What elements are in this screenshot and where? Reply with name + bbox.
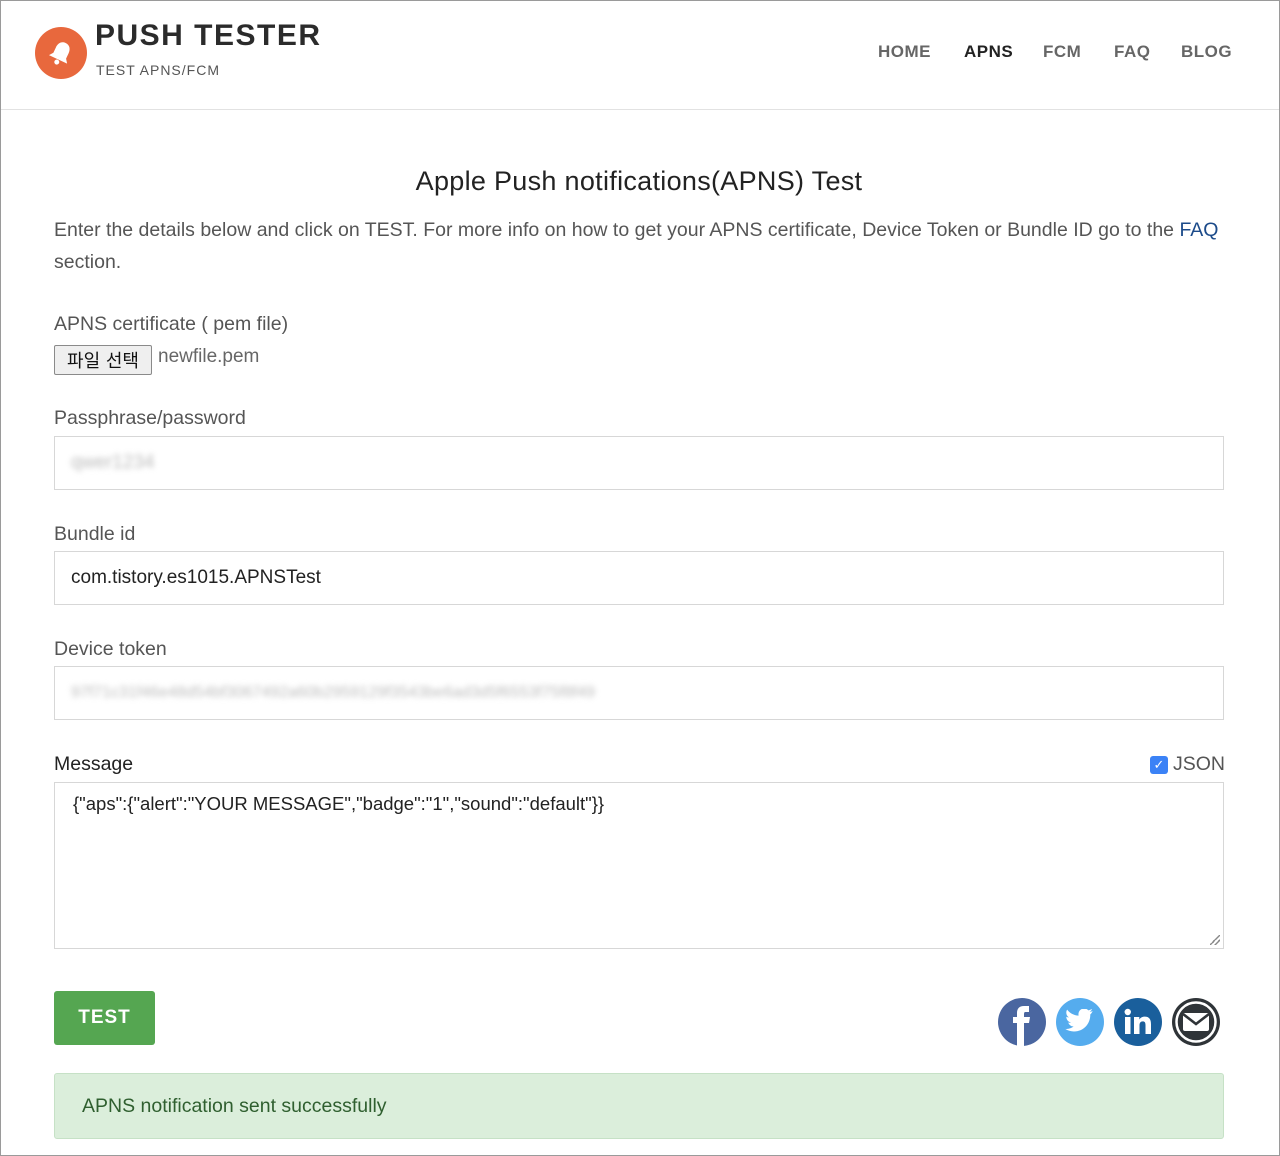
passphrase-value: qwer1234 <box>71 452 155 473</box>
json-checkbox[interactable]: ✓ <box>1150 755 1168 774</box>
passphrase-label: Passphrase/password <box>54 407 246 429</box>
device-token-input[interactable]: 97f71c31f46e48d54bf3067492a60b2959129f35… <box>54 666 1224 720</box>
nav-apns[interactable]: APNS <box>964 42 1013 62</box>
message-label: Message <box>54 753 134 775</box>
intro-body: Enter the details below and click on TES… <box>54 219 1175 241</box>
message-value: {"aps":{"alert":"YOUR MESSAGE","badge":"… <box>73 793 605 814</box>
bundle-id-label: Bundle id <box>54 523 136 545</box>
bundle-id-input[interactable]: com.tistory.es1015.APNSTest <box>54 551 1224 605</box>
message-textarea[interactable]: {"aps":{"alert":"YOUR MESSAGE","badge":"… <box>54 782 1224 949</box>
passphrase-input[interactable]: qwer1234 <box>54 436 1224 490</box>
main-nav: HOME APNS FCM FAQ BLOG <box>1 42 1279 66</box>
page-title: Apple Push notifications(APNS) Test <box>415 166 863 196</box>
device-token-label: Device token <box>54 638 167 660</box>
certificate-label: APNS certificate ( pem file) <box>54 313 289 335</box>
twitter-icon[interactable] <box>1056 998 1104 1046</box>
intro-text: Enter the details below and click on TES… <box>54 214 1234 278</box>
nav-home[interactable]: HOME <box>878 42 931 62</box>
status-message: APNS notification sent successfully <box>82 1094 387 1117</box>
faq-link[interactable]: FAQ <box>1179 219 1218 241</box>
linkedin-icon[interactable] <box>1114 998 1162 1046</box>
facebook-icon[interactable] <box>998 998 1046 1046</box>
bundle-id-value: com.tistory.es1015.APNSTest <box>71 567 321 588</box>
success-alert: APNS notification sent successfully <box>54 1073 1224 1139</box>
intro-suffix: section. <box>54 251 122 273</box>
device-token-value: 97f71c31f46e48d54bf3067492a60b2959129f35… <box>71 684 596 701</box>
nav-faq[interactable]: FAQ <box>1114 42 1150 62</box>
selected-file-name: newfile.pem <box>158 346 260 367</box>
json-toggle[interactable]: ✓ JSON <box>1150 753 1225 776</box>
resize-handle[interactable] <box>1210 935 1220 945</box>
nav-blog[interactable]: BLOG <box>1181 42 1232 62</box>
json-label: JSON <box>1173 753 1226 775</box>
site-header: PUSH TESTER TEST APNS/FCM HOME APNS FCM … <box>1 1 1279 110</box>
test-button[interactable]: TEST <box>54 991 155 1045</box>
choose-file-button[interactable]: 파일 선택 <box>54 345 152 375</box>
nav-fcm[interactable]: FCM <box>1043 42 1081 62</box>
email-icon[interactable] <box>1172 998 1220 1046</box>
